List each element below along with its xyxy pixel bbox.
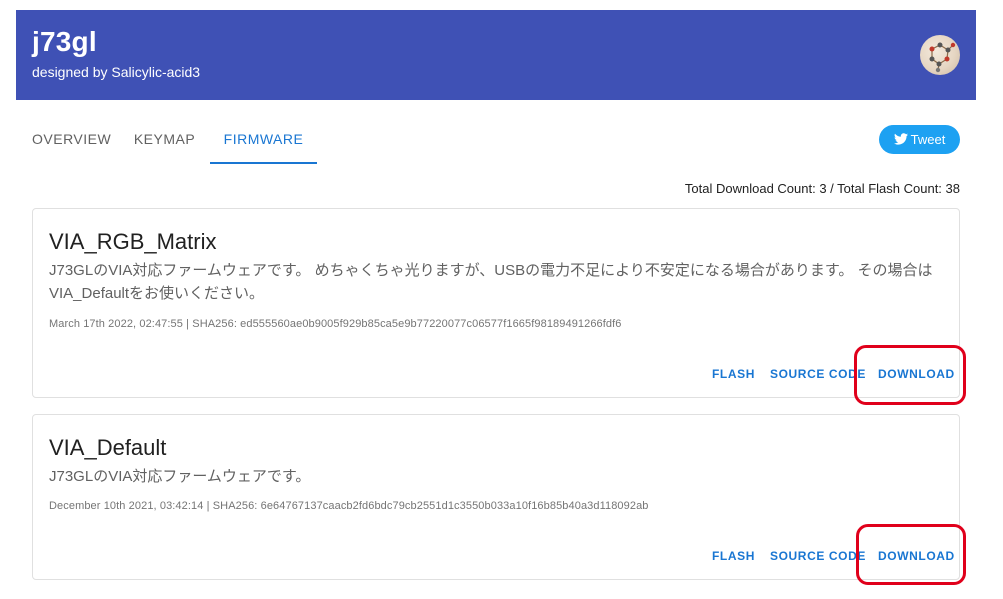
tweet-button[interactable]: Tweet <box>879 125 960 154</box>
firmware-card: VIA_Default J73GLのVIA対応ファームウェアです。 Decemb… <box>32 414 960 580</box>
keyboard-title: j73gl <box>32 26 97 57</box>
firmware-description: J73GLのVIA対応ファームウェアです。 めちゃくちゃ光りますが、USBの電力… <box>49 262 933 302</box>
download-flash-count: Total Download Count: 3 / Total Flash Co… <box>684 181 960 196</box>
avatar-image <box>929 42 956 73</box>
firmware-actions: FLASH SOURCE CODE DOWNLOAD <box>699 541 959 571</box>
designer-subtitle: designed by Salicylic-acid3 <box>32 64 201 80</box>
flash-button[interactable]: FLASH <box>712 359 755 389</box>
flash-button[interactable]: FLASH <box>712 541 755 571</box>
source-code-button[interactable]: SOURCE CODE <box>770 359 866 389</box>
firmware-name: VIA_RGB_Matrix <box>49 229 217 254</box>
tab-overview[interactable]: OVERVIEW <box>16 116 119 164</box>
firmware-card: VIA_RGB_Matrix J73GLのVIA対応ファームウェアです。 めちゃ… <box>32 208 960 398</box>
firmware-meta: March 17th 2022, 02:47:55 | SHA256: ed55… <box>49 318 622 330</box>
firmware-meta: December 10th 2021, 03:42:14 | SHA256: 6… <box>49 500 649 512</box>
tab-keymap[interactable]: KEYMAP <box>119 116 210 164</box>
source-code-button[interactable]: SOURCE CODE <box>770 541 866 571</box>
user-avatar[interactable] <box>920 35 960 75</box>
download-button[interactable]: DOWNLOAD <box>878 359 955 389</box>
twitter-bird-icon <box>893 133 908 145</box>
tweet-label: Tweet <box>910 132 946 147</box>
download-button[interactable]: DOWNLOAD <box>878 541 955 571</box>
firmware-description: J73GLのVIA対応ファームウェアです。 <box>49 468 311 485</box>
firmware-actions: FLASH SOURCE CODE DOWNLOAD <box>699 359 959 389</box>
app-header: j73gl designed by Salicylic-acid3 <box>16 10 976 100</box>
tab-firmware[interactable]: FIRMWARE <box>210 116 317 164</box>
firmware-name: VIA_Default <box>49 435 167 460</box>
